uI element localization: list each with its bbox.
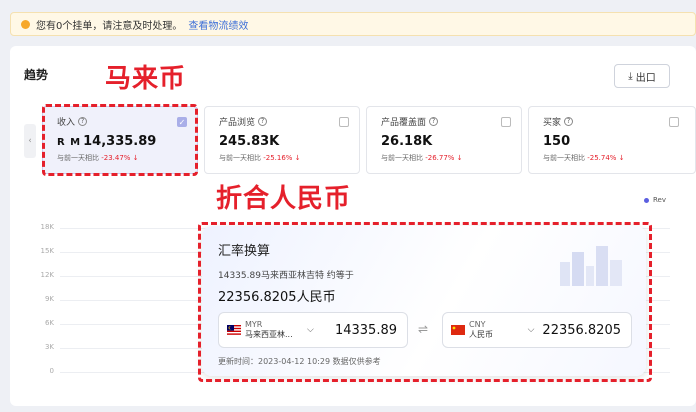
annotation-box-revenue bbox=[42, 104, 198, 176]
metric-change: -25.16% bbox=[263, 154, 293, 162]
y-tick: 15K bbox=[40, 247, 55, 255]
help-icon[interactable]: ? bbox=[564, 117, 574, 126]
metric-label: 买家 bbox=[543, 118, 562, 128]
y-tick: 3K bbox=[44, 343, 54, 351]
help-icon[interactable]: ? bbox=[258, 117, 268, 126]
logistics-performance-link[interactable]: 查看物流绩效 bbox=[188, 17, 248, 32]
metric-compare-label: 与前一天相比 bbox=[381, 154, 423, 162]
help-icon[interactable]: ? bbox=[429, 117, 439, 126]
notice-bar: 您有0个挂单，请注意及时处理。 查看物流绩效 bbox=[10, 12, 696, 36]
export-button[interactable]: ⤓ 出口 bbox=[614, 64, 670, 88]
y-tick: 6K bbox=[44, 319, 54, 327]
metric-checkbox[interactable] bbox=[669, 117, 679, 127]
download-icon: ⤓ bbox=[628, 70, 633, 82]
y-tick: 9K bbox=[44, 295, 54, 303]
metric-change: -26.77% bbox=[425, 154, 455, 162]
warning-icon bbox=[21, 19, 30, 29]
arrow-down-icon: ↓ bbox=[456, 154, 463, 162]
annotation-currency: 马来币 bbox=[105, 64, 187, 94]
metric-card-product-views[interactable]: 产品浏览 ? 245.83K 与前一天相比 -25.16% ↓ bbox=[204, 106, 360, 174]
metric-checkbox[interactable] bbox=[501, 117, 511, 127]
arrow-down-icon: ↓ bbox=[294, 154, 301, 162]
metric-card-product-reach[interactable]: 产品覆盖面 ? 26.18K 与前一天相比 -26.77% ↓ bbox=[366, 106, 522, 174]
metric-value: 26.18K bbox=[381, 134, 433, 149]
metric-compare-label: 与前一天相比 bbox=[219, 154, 261, 162]
metric-card-buyers[interactable]: 买家 ? 150 与前一天相比 -25.74% ↓ bbox=[528, 106, 696, 174]
metric-checkbox[interactable] bbox=[339, 117, 349, 127]
metric-value: 245.83K bbox=[219, 134, 280, 149]
y-tick: 18K bbox=[40, 223, 55, 231]
metric-label: 产品覆盖面 bbox=[381, 118, 427, 128]
legend-label: Rev bbox=[653, 196, 666, 204]
export-label: 出口 bbox=[635, 72, 656, 84]
chevron-left-icon: ‹ bbox=[28, 136, 32, 146]
metric-compare-label: 与前一天相比 bbox=[543, 154, 585, 162]
notice-text: 您有0个挂单，请注意及时处理。 bbox=[36, 20, 183, 32]
metric-change: -25.74% bbox=[587, 154, 617, 162]
annotation-converted: 折合人民币 bbox=[216, 184, 352, 214]
legend-dot bbox=[644, 197, 649, 203]
arrow-down-icon: ↓ bbox=[618, 154, 625, 162]
scroll-left-button[interactable]: ‹ bbox=[24, 124, 36, 158]
annotation-box-converter bbox=[198, 222, 652, 382]
y-tick: 12K bbox=[40, 271, 55, 279]
metric-label: 产品浏览 bbox=[219, 118, 256, 128]
chart-legend[interactable]: Rev bbox=[644, 196, 666, 204]
trend-title: 趋势 bbox=[24, 68, 49, 82]
y-tick: 0 bbox=[49, 367, 54, 375]
metric-value: 150 bbox=[543, 134, 571, 149]
